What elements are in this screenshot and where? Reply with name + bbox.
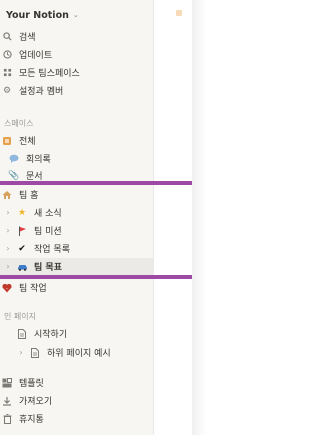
sidebar-item-team-home-label: 팀 홈: [19, 191, 39, 201]
nav-updates[interactable]: 업데이트: [0, 46, 153, 63]
nav-updates-label: 업데이트: [19, 51, 53, 61]
sidebar-item-trash-label: 휴지통: [19, 415, 44, 425]
sidebar-item-meeting-notes-label: 회의록: [26, 155, 51, 165]
chevron-down-icon: ⌄: [72, 11, 79, 19]
sidebar-item-team-goals[interactable]: › 팀 목표: [0, 258, 153, 275]
sidebar-item-team-tasks-label: 팀 작업: [19, 284, 47, 294]
sidebar: Your Notion ⌄ 검색 업데이트 모든 팀스페이스 ⚙ 설정과 멤버 …: [0, 0, 153, 435]
sidebar-item-import[interactable]: 가져오기: [0, 392, 153, 409]
car-icon: [15, 260, 29, 274]
chevron-right-icon[interactable]: ›: [17, 348, 25, 357]
star-icon: ★: [17, 207, 27, 218]
sidebar-item-team-goals-label: 팀 목표: [34, 263, 62, 273]
flag-icon: [15, 224, 29, 238]
workspace-name: Your Notion: [6, 9, 69, 21]
workspace-switcher[interactable]: Your Notion ⌄: [6, 8, 146, 22]
sidebar-item-getting-started-label: 시작하기: [34, 330, 68, 340]
sidebar-item-news-label: 새 소식: [34, 209, 62, 219]
sidebar-item-subpage-example[interactable]: › 하위 페이지 예시: [0, 344, 153, 361]
sidebar-item-templates[interactable]: 템플릿: [0, 374, 153, 391]
sidebar-item-all[interactable]: 전체: [0, 132, 153, 149]
nav-all-teamspaces[interactable]: 모든 팀스페이스: [0, 64, 153, 81]
teamspace-section-label: 스페이스: [4, 119, 34, 128]
sidebar-item-templates-label: 템플릿: [19, 379, 44, 389]
nav-search-label: 검색: [19, 33, 36, 43]
speech-bubble-icon: [7, 152, 21, 166]
sidebar-item-task-list-label: 작업 목록: [34, 245, 70, 255]
nav-all-teamspaces-label: 모든 팀스페이스: [19, 69, 80, 79]
download-icon: [0, 394, 14, 408]
grid-icon: [0, 66, 14, 80]
sidebar-item-team-tasks[interactable]: 팀 작업: [0, 279, 153, 296]
ribbon-icon: [0, 281, 14, 295]
chevron-right-icon[interactable]: ›: [4, 226, 12, 235]
nav-search[interactable]: 검색: [0, 28, 153, 45]
sidebar-item-all-label: 전체: [19, 137, 36, 147]
sidebar-item-team-mission[interactable]: › 팀 미션: [0, 222, 153, 239]
page-icon: [15, 327, 29, 341]
page-icon: [28, 346, 42, 360]
checkmark-icon: ✔: [18, 243, 26, 254]
nav-settings-label: 설정과 멤버: [19, 87, 64, 97]
highlight-bar-bottom: [0, 275, 192, 279]
sidebar-item-news[interactable]: › ★ 새 소식: [0, 204, 153, 221]
trash-icon: [0, 412, 14, 426]
sidebar-item-getting-started[interactable]: 시작하기: [0, 325, 153, 342]
edge-shadow: [192, 0, 207, 435]
private-section-label: 인 페이지: [4, 312, 36, 321]
house-icon: [0, 188, 14, 202]
template-icon: [0, 376, 14, 390]
sidebar-item-team-home[interactable]: 팀 홈: [0, 186, 153, 203]
sidebar-item-task-list[interactable]: › ✔ 작업 목록: [0, 240, 153, 257]
chevron-right-icon[interactable]: ›: [4, 262, 12, 271]
chevron-right-icon[interactable]: ›: [4, 244, 12, 253]
highlight-bar-top: [0, 181, 192, 185]
sidebar-item-subpage-example-label: 하위 페이지 예시: [47, 349, 111, 359]
gear-icon: ⚙: [2, 85, 12, 96]
clock-icon: [0, 48, 14, 62]
sidebar-item-import-label: 가져오기: [19, 397, 53, 407]
sidebar-item-meeting-notes[interactable]: 회의록: [0, 150, 153, 167]
sidebar-item-team-mission-label: 팀 미션: [34, 227, 62, 237]
nav-settings[interactable]: ⚙ 설정과 멤버: [0, 82, 153, 99]
chevron-right-icon[interactable]: ›: [4, 208, 12, 217]
sidebar-item-trash[interactable]: 휴지통: [0, 410, 153, 427]
search-icon: [0, 30, 14, 44]
teamspace-icon: [0, 134, 14, 148]
page-icon: [176, 10, 182, 16]
